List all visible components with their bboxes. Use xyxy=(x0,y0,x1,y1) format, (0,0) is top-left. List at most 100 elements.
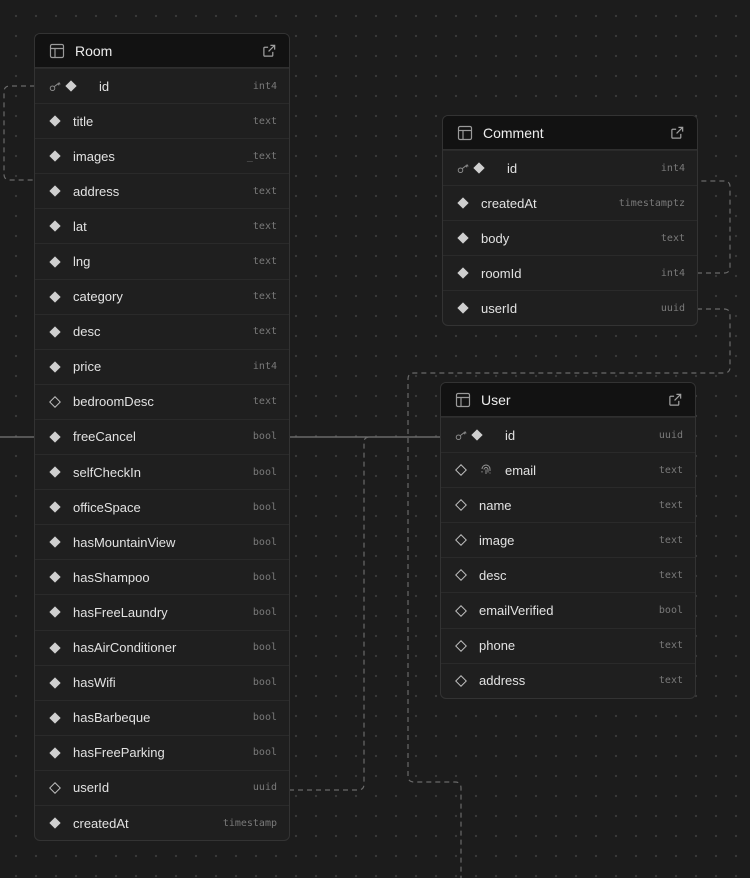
column-name: hasFreeLaundry xyxy=(73,604,168,620)
table-icon xyxy=(457,125,473,141)
column-name: lat xyxy=(73,218,87,234)
nullable-icon xyxy=(455,499,467,512)
table-name: User xyxy=(481,391,511,408)
column-row-address[interactable]: address text xyxy=(441,662,695,698)
column-row-email-verified[interactable]: emailVerified bool xyxy=(441,592,695,627)
column-row-office-space[interactable]: officeSpace bool xyxy=(35,489,289,524)
primary-key-icon xyxy=(455,429,471,441)
column-type: bool xyxy=(252,571,277,583)
primary-key-icon xyxy=(457,162,473,174)
external-link-icon[interactable] xyxy=(262,43,277,58)
non-nullable-icon xyxy=(49,606,61,619)
column-name: createdAt xyxy=(73,815,129,831)
non-nullable-icon xyxy=(49,150,61,162)
column-type: text xyxy=(658,569,683,581)
column-row-created-at[interactable]: createdAt timestamp xyxy=(35,804,289,840)
column-row-self-check-in[interactable]: selfCheckIn bool xyxy=(35,454,289,489)
column-row-category[interactable]: category text xyxy=(35,278,289,314)
column-row-room-id[interactable]: roomId int4 xyxy=(443,255,697,290)
external-link-icon[interactable] xyxy=(670,125,685,140)
column-row-body[interactable]: body text xyxy=(443,220,697,255)
nullable-icon xyxy=(455,464,467,477)
table-header[interactable]: User xyxy=(441,383,695,417)
column-row-has-shampoo[interactable]: hasShampoo bool xyxy=(35,559,289,594)
table-icon xyxy=(455,392,471,408)
column-type: bool xyxy=(252,536,277,548)
non-nullable-icon xyxy=(49,255,61,268)
column-name: selfCheckIn xyxy=(73,464,141,480)
column-row-email[interactable]: email text xyxy=(441,452,695,487)
column-row-desc[interactable]: desc text xyxy=(35,313,289,349)
column-row-has-barbeque[interactable]: hasBarbeque bool xyxy=(35,699,289,735)
non-nullable-icon xyxy=(457,267,469,279)
table-header[interactable]: Room xyxy=(35,34,289,68)
column-type: bool xyxy=(252,431,277,443)
column-type: text xyxy=(252,185,277,197)
column-name: title xyxy=(73,113,94,129)
column-name: email xyxy=(505,462,537,478)
table-room[interactable]: Room id int4 title text images _text address tex… xyxy=(34,33,290,842)
column-name: officeSpace xyxy=(73,499,141,515)
column-name: hasWifi xyxy=(73,675,116,691)
non-nullable-icon xyxy=(49,220,61,233)
column-row-created-at[interactable]: createdAt timestamptz xyxy=(443,185,697,220)
column-type: text xyxy=(658,675,683,687)
column-type: text xyxy=(658,499,683,511)
non-nullable-icon xyxy=(49,466,61,478)
column-row-lng[interactable]: lng text xyxy=(35,243,289,278)
nullable-icon xyxy=(455,639,467,652)
column-row-bedroom-desc[interactable]: bedroomDesc text xyxy=(35,383,289,419)
nullable-icon xyxy=(455,604,467,617)
column-name: address xyxy=(73,183,120,199)
non-nullable-icon xyxy=(49,536,61,548)
column-row-user-id[interactable]: userId uuid xyxy=(443,290,697,325)
external-link-icon[interactable] xyxy=(668,392,683,407)
column-row-image[interactable]: image text xyxy=(441,522,695,557)
column-row-address[interactable]: address text xyxy=(35,173,289,208)
column-type: text xyxy=(252,220,277,232)
column-type: bool xyxy=(252,712,277,724)
column-row-title[interactable]: title text xyxy=(35,103,289,138)
column-row-has-free-parking[interactable]: hasFreeParking bool xyxy=(35,734,289,770)
column-row-has-mountain-view[interactable]: hasMountainView bool xyxy=(35,524,289,559)
column-type: int4 xyxy=(252,80,277,92)
column-type: text xyxy=(252,396,277,408)
column-row-desc[interactable]: desc text xyxy=(441,557,695,592)
column-row-free-cancel[interactable]: freeCancel bool xyxy=(35,418,289,454)
non-nullable-icon xyxy=(457,302,469,315)
non-nullable-icon xyxy=(49,115,61,127)
column-name: hasMountainView xyxy=(73,534,176,550)
column-row-id[interactable]: id int4 xyxy=(35,68,289,103)
column-row-has-free-laundry[interactable]: hasFreeLaundry bool xyxy=(35,594,289,629)
column-name: images xyxy=(73,148,115,164)
non-nullable-icon xyxy=(49,747,61,759)
column-row-images[interactable]: images _text xyxy=(35,138,289,173)
column-name: createdAt xyxy=(481,195,537,211)
column-type: text xyxy=(660,232,685,244)
column-row-has-air-conditioner[interactable]: hasAirConditioner bool xyxy=(35,629,289,665)
table-comment[interactable]: Comment id int4 createdAt timestamptz body tex… xyxy=(442,115,698,327)
table-header[interactable]: Comment xyxy=(443,116,697,150)
column-row-user-id[interactable]: userId uuid xyxy=(35,769,289,805)
non-nullable-icon xyxy=(473,162,485,174)
column-name: phone xyxy=(479,638,516,654)
column-type: _text xyxy=(246,150,277,162)
column-name: desc xyxy=(73,324,101,340)
column-name: userId xyxy=(73,780,110,796)
column-row-id[interactable]: id int4 xyxy=(443,150,697,185)
column-name: id xyxy=(505,427,516,443)
column-type: int4 xyxy=(660,267,685,279)
column-row-lat[interactable]: lat text xyxy=(35,208,289,243)
column-type: bool xyxy=(252,747,277,759)
column-row-price[interactable]: price int4 xyxy=(35,348,289,384)
column-row-id[interactable]: id uuid xyxy=(441,417,695,452)
non-nullable-icon xyxy=(457,232,469,244)
column-row-name[interactable]: name text xyxy=(441,487,695,522)
column-row-has-wifi[interactable]: hasWifi bool xyxy=(35,664,289,700)
column-type: text xyxy=(658,464,683,476)
table-user[interactable]: User id uuid email text name text image text desc… xyxy=(440,382,696,699)
column-type: bool xyxy=(252,501,277,513)
non-nullable-icon xyxy=(65,80,77,92)
column-row-phone[interactable]: phone text xyxy=(441,627,695,663)
column-type: text xyxy=(252,291,277,303)
